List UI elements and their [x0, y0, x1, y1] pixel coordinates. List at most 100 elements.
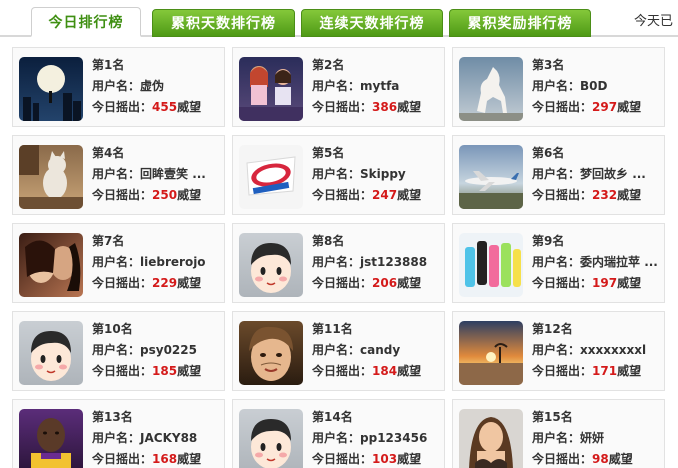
basketball-player-avatar[interactable] [19, 409, 83, 468]
rank-label: 第12名 [532, 322, 573, 336]
ranking-card: 第8名用户名：jst123888 今日摇出：206威望 [232, 223, 445, 303]
username-line: 用户名：B0D [532, 77, 607, 94]
score-unit: 威望 [617, 364, 642, 378]
username-label: 用户名： [92, 343, 141, 357]
username-value[interactable]: pp123456 [360, 431, 427, 445]
airplane-avatar[interactable] [459, 145, 523, 209]
tab-total-rewards-ranking[interactable]: 累积奖励排行榜 [449, 9, 591, 37]
today-score-label: 今日摇出： [532, 452, 593, 466]
two-girls-sitting-avatar[interactable] [239, 57, 303, 121]
username-line: 用户名：委内瑞拉苹 ... [532, 253, 658, 270]
username-value[interactable]: JACKY88 [140, 431, 197, 445]
score-line: 今日摇出：197威望 [532, 274, 641, 291]
username-line: 用户名：xxxxxxxxl [532, 341, 646, 358]
score-unit: 威望 [177, 100, 202, 114]
sunset-beach-avatar[interactable] [459, 321, 523, 385]
default-cartoon-avatar[interactable] [239, 233, 303, 297]
score-unit: 威望 [617, 100, 642, 114]
today-score-label: 今日摇出： [312, 100, 373, 114]
score-line: 今日摇出：247威望 [312, 186, 421, 203]
score-unit: 威望 [177, 452, 202, 466]
score-value: 206 [372, 276, 398, 290]
default-cartoon-avatar[interactable] [19, 321, 83, 385]
username-label: 用户名： [532, 343, 581, 357]
tab-consecutive-days-ranking[interactable]: 连续天数排行榜 [301, 9, 443, 37]
woman-portrait-avatar[interactable] [459, 409, 523, 468]
skippy-logo-avatar[interactable] [239, 145, 303, 209]
ranking-card: 第4名 用户名：回眸壹笑 ... 今日摇出：250威望 [12, 135, 225, 215]
rank-label: 第2名 [312, 58, 345, 72]
score-unit: 威望 [177, 188, 202, 202]
tab-today-ranking[interactable]: 今日排行榜 [31, 7, 141, 37]
username-line: 用户名：JACKY88 [92, 429, 197, 446]
username-value[interactable]: Skippy [360, 167, 406, 181]
today-score-label: 今日摇出： [92, 364, 153, 378]
rank-label: 第14名 [312, 410, 353, 424]
username-label: 用户名： [312, 79, 361, 93]
rank-label: 第8名 [312, 234, 345, 248]
score-unit: 威望 [177, 276, 202, 290]
ranking-card: 第1名 用户名：虚伪 今日摇出：455威望 [12, 47, 225, 127]
rank-label: 第5名 [312, 146, 345, 160]
username-value[interactable]: 虚伪 [140, 79, 164, 93]
today-score-label: 今日摇出： [532, 364, 593, 378]
today-score-label: 今日摇出： [312, 188, 373, 202]
today-score-label: 今日摇出： [92, 100, 153, 114]
username-line: 用户名：liebrerojo [92, 253, 206, 270]
username-label: 用户名： [532, 79, 581, 93]
rank-label: 第3名 [532, 58, 565, 72]
username-value[interactable]: B0D [580, 79, 607, 93]
username-value[interactable]: jst123888 [360, 255, 427, 269]
score-line: 今日摇出：297威望 [532, 98, 641, 115]
username-line: 用户名：虚伪 [92, 77, 164, 94]
rank-label: 第1名 [92, 58, 125, 72]
default-cartoon-avatar[interactable] [239, 409, 303, 468]
white-horse-avatar[interactable] [459, 57, 523, 121]
rank-label: 第9名 [532, 234, 565, 248]
today-score-label: 今日摇出： [92, 452, 153, 466]
score-line: 今日摇出：184威望 [312, 362, 421, 379]
score-unit: 威望 [397, 276, 422, 290]
rank-label: 第10名 [92, 322, 133, 336]
rank-label: 第15名 [532, 410, 573, 424]
username-value[interactable]: 回眸壹笑 ... [140, 167, 206, 181]
username-line: 用户名：梦回故乡 ... [532, 165, 646, 182]
score-line: 今日摇出：171威望 [532, 362, 641, 379]
score-value: 386 [372, 100, 398, 114]
ranking-card: 第2名 用户名：mytfa 今日摇出：386威望 [232, 47, 445, 127]
score-unit: 威望 [397, 364, 422, 378]
ranking-card: 第10名 用户名：psy0225 今日摇出：185威望 [12, 311, 225, 391]
night-moon-city-avatar[interactable] [19, 57, 83, 121]
username-value[interactable]: xxxxxxxxl [580, 343, 646, 357]
username-value[interactable]: 妍妍 [580, 431, 604, 445]
colorful-phones-avatar[interactable] [459, 233, 523, 297]
score-unit: 威望 [617, 188, 642, 202]
ranking-card: 第14名 用户名：pp123456 今日摇出：103威望 [232, 399, 445, 468]
score-value: 232 [592, 188, 618, 202]
kissing-couple-avatar[interactable] [19, 233, 83, 297]
username-value[interactable]: liebrerojo [140, 255, 206, 269]
username-value[interactable]: mytfa [360, 79, 399, 93]
username-line: 用户名：妍妍 [532, 429, 604, 446]
username-value[interactable]: psy0225 [140, 343, 197, 357]
rank-label: 第11名 [312, 322, 353, 336]
cat-room-avatar[interactable] [19, 145, 83, 209]
username-label: 用户名： [92, 255, 141, 269]
ranking-tab-bar: 今日排行榜 累积天数排行榜 连续天数排行榜 累积奖励排行榜 今天已 [0, 0, 678, 37]
today-status-link[interactable]: 今天已 [634, 10, 673, 29]
username-label: 用户名： [312, 255, 361, 269]
score-line: 今日摇出：229威望 [92, 274, 201, 291]
username-value[interactable]: candy [360, 343, 400, 357]
username-value[interactable]: 委内瑞拉苹 ... [580, 255, 658, 269]
today-score-label: 今日摇出： [312, 276, 373, 290]
tab-total-days-ranking[interactable]: 累积天数排行榜 [152, 9, 295, 37]
username-value[interactable]: 梦回故乡 ... [580, 167, 646, 181]
score-unit: 威望 [177, 364, 202, 378]
score-line: 今日摇出：250威望 [92, 186, 201, 203]
today-score-label: 今日摇出： [532, 188, 593, 202]
username-line: 用户名：jst123888 [312, 253, 427, 270]
today-score-label: 今日摇出： [532, 276, 593, 290]
child-face-avatar[interactable] [239, 321, 303, 385]
score-value: 168 [152, 452, 178, 466]
today-score-label: 今日摇出： [92, 188, 153, 202]
